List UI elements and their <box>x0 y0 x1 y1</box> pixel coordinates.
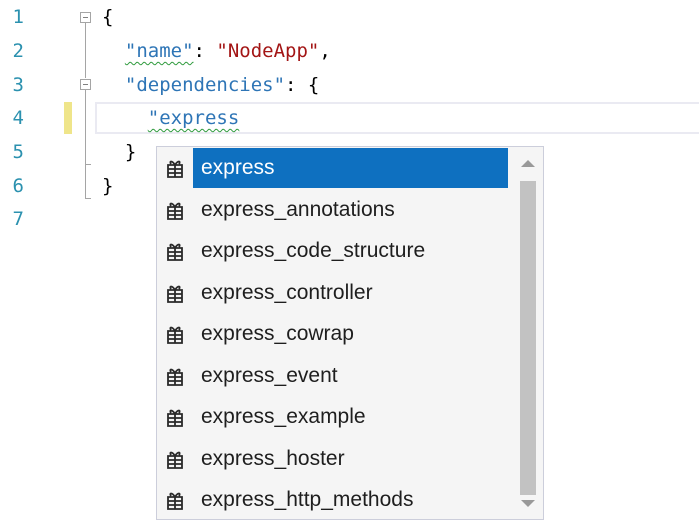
outline-guide <box>85 90 86 198</box>
code-token-with-warning: "express <box>147 107 240 129</box>
package-icon <box>157 356 193 396</box>
code-token: "NodeApp" <box>216 40 320 62</box>
line-number: 1 <box>12 6 24 28</box>
code-token: : { <box>285 74 320 96</box>
collapse-outline-icon[interactable] <box>80 79 91 90</box>
completion-item[interactable]: express_hoster <box>157 439 515 479</box>
completion-item[interactable]: express_event <box>157 356 515 396</box>
completion-item[interactable]: express_controller <box>157 273 515 313</box>
package-icon <box>157 314 193 354</box>
package-icon <box>157 231 193 271</box>
package-icon <box>157 439 193 479</box>
completion-item-label: express_example <box>201 405 366 428</box>
completion-items[interactable]: express express_annotations express_code_s… <box>157 147 513 519</box>
scroll-up-arrow-icon[interactable] <box>513 149 543 177</box>
outline-guide <box>85 198 91 199</box>
completion-item-label: express_event <box>201 363 338 387</box>
code-line: } <box>102 171 113 201</box>
package-icon <box>157 190 193 230</box>
package-icon <box>157 480 193 520</box>
completion-item[interactable]: express_annotations <box>157 190 515 230</box>
scrollbar-thumb[interactable] <box>520 181 536 495</box>
outline-guide <box>85 23 86 78</box>
completion-item[interactable]: express_cowrap <box>157 314 515 354</box>
line-number: 2 <box>12 40 24 62</box>
completion-item-label: express_code_structure <box>201 239 426 262</box>
completion-item-label: express_hoster <box>201 446 345 470</box>
collapse-outline-icon[interactable] <box>80 12 91 23</box>
completion-scrollbar[interactable] <box>513 147 543 519</box>
intellisense-completion-list[interactable]: express express_annotations express_code_s… <box>156 146 544 520</box>
code-token: { <box>102 6 114 28</box>
line-number: 4 <box>12 107 24 129</box>
line-number: 6 <box>12 175 24 197</box>
line-number: 7 <box>12 208 24 230</box>
completion-item[interactable]: express_example <box>157 397 515 437</box>
scroll-down-arrow-icon[interactable] <box>513 489 543 517</box>
code-line: { <box>102 2 113 32</box>
code-token: : <box>193 40 217 62</box>
completion-item-label: express_controller <box>201 280 373 304</box>
completion-item-label: express_annotations <box>201 197 395 221</box>
package-icon <box>157 397 193 437</box>
completion-item-label: express_http_methods <box>201 488 414 511</box>
package-icon <box>157 273 193 313</box>
code-token: "dependencies" <box>124 74 286 96</box>
code-line: "express <box>102 103 240 133</box>
code-token: , <box>319 40 331 62</box>
unsaved-change-marker <box>64 102 72 134</box>
code-token: } <box>102 175 114 197</box>
code-editor[interactable]: 1 2 3 4 5 6 7 { "name": "NodeApp", "depe… <box>0 0 699 523</box>
completion-item[interactable]: express_code_structure <box>157 231 515 271</box>
completion-item-label: express <box>193 148 508 188</box>
line-number: 3 <box>12 74 24 96</box>
outline-guide <box>85 164 91 165</box>
code-token-with-warning: "name" <box>124 40 194 62</box>
completion-item-label: express_cowrap <box>201 322 354 345</box>
code-line: "name": "NodeApp", <box>102 36 331 66</box>
completion-item[interactable]: express_http_methods <box>157 480 515 520</box>
line-number: 5 <box>12 141 24 163</box>
code-token: } <box>102 141 137 163</box>
completion-item[interactable]: express <box>157 148 515 188</box>
code-line: "dependencies": { <box>102 70 319 100</box>
code-line: } <box>102 137 136 167</box>
package-icon <box>157 148 193 188</box>
